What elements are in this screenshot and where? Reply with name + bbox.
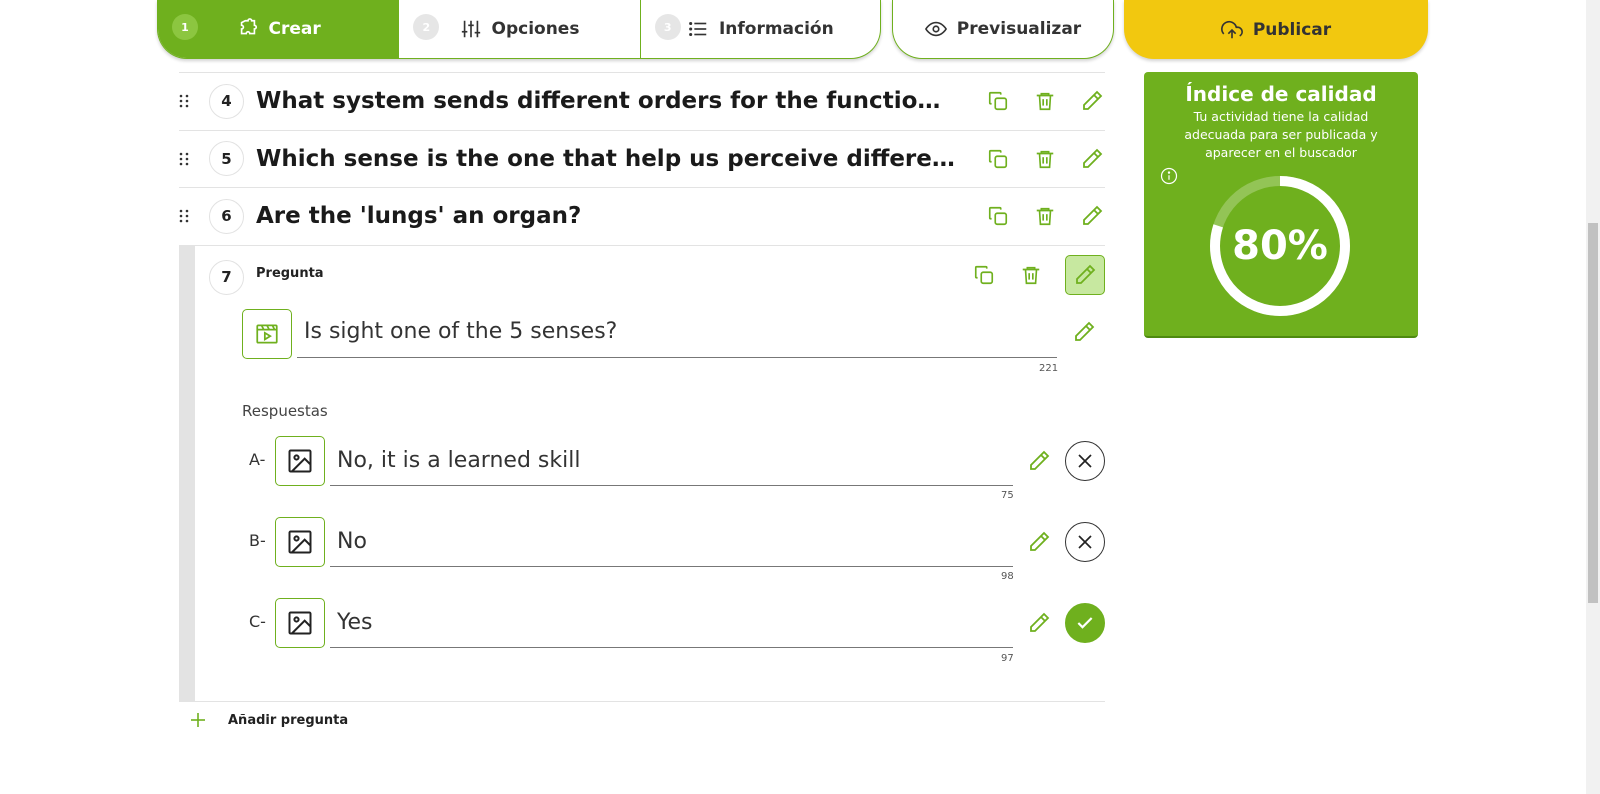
preview-label: Previsualizar: [956, 19, 1082, 39]
scrollbar-thumb[interactable]: [1588, 223, 1598, 603]
mark-incorrect-button[interactable]: [1065, 440, 1105, 481]
question-number: 7: [209, 259, 244, 295]
answer-field[interactable]: No, it is a learned skill: [330, 436, 1013, 486]
answer-char-count: 97: [1001, 652, 1014, 664]
question-actions: [985, 203, 1105, 229]
tab-crear[interactable]: 1 Crear: [158, 0, 400, 58]
question-title: Are the 'lungs' an organ?: [256, 203, 582, 230]
tab-label: Opciones: [491, 19, 580, 39]
tab-opciones[interactable]: 2 Opciones: [399, 0, 641, 58]
pencil-icon[interactable]: [1027, 530, 1051, 554]
answer-field[interactable]: Yes: [330, 598, 1013, 648]
top-nav: 1 Crear 2 Opciones 3 Información: [157, 0, 881, 59]
quality-title: Índice de calidad: [1185, 82, 1377, 106]
image-icon[interactable]: [275, 435, 325, 486]
puzzle-icon: [237, 18, 259, 40]
cloud-upload-icon: [1220, 19, 1243, 41]
question-actions: [971, 254, 1105, 295]
drag-handle-icon[interactable]: [179, 94, 189, 108]
question-list: 4 What system sends different orders for…: [179, 72, 1105, 702]
step-number: 3: [654, 14, 681, 40]
drag-handle-icon[interactable]: [179, 152, 189, 166]
add-question-button[interactable]: Añadir pregunta: [190, 712, 348, 728]
quality-card: Índice de calidad Tu actividad tiene la …: [1144, 72, 1418, 338]
trash-icon[interactable]: [1018, 262, 1044, 288]
question-text-field[interactable]: Is sight one of the 5 senses?: [297, 306, 1057, 358]
sliders-icon: [460, 18, 482, 40]
question-title: Which sense is the one that help us perc…: [256, 145, 956, 172]
quality-percent: 80%: [1232, 223, 1328, 269]
question-number: 6: [209, 198, 244, 234]
question-char-count: 221: [1039, 362, 1059, 374]
step-number: 1: [172, 14, 198, 40]
edit-active-button[interactable]: [1065, 254, 1105, 295]
drag-bar[interactable]: [179, 245, 195, 701]
question-row[interactable]: 5 Which sense is the one that help us pe…: [179, 129, 1105, 188]
image-icon[interactable]: [275, 597, 325, 648]
pencil-icon[interactable]: [1079, 88, 1105, 114]
drag-handle-icon[interactable]: [179, 209, 189, 223]
answer-char-count: 75: [1001, 489, 1014, 501]
list-icon: [687, 18, 709, 40]
publish-button[interactable]: Publicar: [1124, 0, 1428, 59]
trash-icon[interactable]: [1032, 88, 1058, 114]
question-row[interactable]: 6 Are the 'lungs' an organ?: [179, 187, 1105, 245]
pencil-icon[interactable]: [1079, 146, 1105, 172]
mark-incorrect-button[interactable]: [1065, 521, 1105, 562]
plus-icon: [190, 712, 206, 728]
tab-label: Crear: [268, 19, 321, 39]
publish-label: Publicar: [1252, 19, 1332, 40]
scrollbar[interactable]: [1586, 0, 1600, 794]
preview-button[interactable]: Previsualizar: [892, 0, 1114, 59]
eye-icon: [924, 18, 947, 40]
tab-informacion[interactable]: 3 Información: [641, 0, 880, 58]
question-number: 4: [209, 83, 244, 119]
pencil-icon[interactable]: [1027, 611, 1051, 635]
step-tabs: 1 Crear 2 Opciones 3 Información: [157, 0, 881, 59]
pencil-icon[interactable]: [1027, 449, 1051, 473]
answer-letter: B-: [249, 530, 266, 550]
question-row[interactable]: 4 What system sends different orders for…: [179, 72, 1105, 130]
duplicate-icon[interactable]: [971, 262, 997, 288]
question-label: Pregunta: [256, 265, 324, 281]
duplicate-icon[interactable]: [985, 88, 1011, 114]
expanded-question: 7 Pregunta Is sight one of the 5 senses?…: [179, 244, 1105, 702]
answer-char-count: 98: [1001, 570, 1014, 582]
answer-letter: A-: [249, 449, 266, 469]
answer-letter: C-: [249, 611, 266, 631]
pencil-icon[interactable]: [1072, 320, 1096, 344]
question-actions: [985, 146, 1105, 172]
duplicate-icon[interactable]: [985, 203, 1011, 229]
answer-field[interactable]: No: [330, 517, 1013, 567]
info-icon[interactable]: [1160, 167, 1178, 185]
pencil-icon[interactable]: [1079, 203, 1105, 229]
question-title: What system sends different orders for t…: [256, 88, 956, 115]
answers-label: Respuestas: [242, 401, 328, 420]
mark-correct-button[interactable]: [1065, 602, 1105, 643]
question-number: 5: [209, 141, 244, 177]
step-number: 2: [413, 14, 440, 40]
video-media-icon[interactable]: [242, 308, 292, 359]
quality-description: Tu actividad tiene la calidad adecuada p…: [1184, 109, 1378, 160]
trash-icon[interactable]: [1032, 203, 1058, 229]
image-icon[interactable]: [275, 516, 325, 567]
trash-icon[interactable]: [1032, 146, 1058, 172]
add-question-label: Añadir pregunta: [228, 712, 349, 728]
duplicate-icon[interactable]: [985, 146, 1011, 172]
question-actions: [985, 88, 1105, 114]
tab-label: Información: [718, 19, 834, 39]
